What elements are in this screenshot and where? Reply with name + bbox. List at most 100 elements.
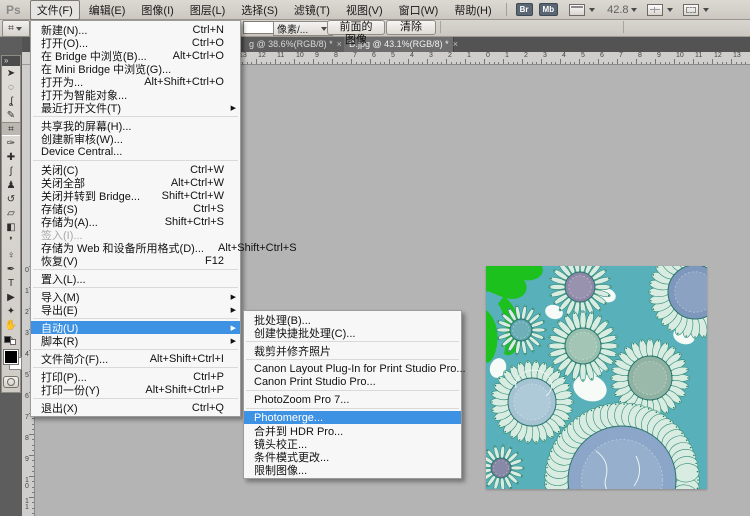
menu-shortcut: Ctrl+W	[176, 164, 224, 176]
swap-colors-icon[interactable]	[10, 339, 16, 345]
menu-shortcut: Shift+Ctrl+W	[148, 190, 224, 202]
menu-shortcut: Alt+Shift+Ctrl+P	[131, 384, 224, 396]
submenu-arrow-icon: ▶	[231, 337, 236, 345]
arrange-documents-icon[interactable]	[647, 4, 663, 16]
menu-separator	[246, 359, 459, 360]
healing-brush-tool[interactable]: ✚	[2, 150, 20, 164]
menu-item[interactable]: 限制图像...	[244, 463, 461, 476]
launch-bridge-button[interactable]: Br	[516, 3, 533, 16]
blur-tool[interactable]: ❜	[2, 234, 20, 248]
menu-shortcut: Alt+Shift+Ctrl+O	[130, 76, 224, 88]
submenu-arrow-icon: ▶	[231, 104, 236, 112]
menu-item[interactable]: 置入(L)...	[31, 272, 240, 285]
menu-item[interactable]: 裁剪并修齐照片	[244, 344, 461, 357]
submenu-arrow-icon: ▶	[231, 306, 236, 314]
menu-image[interactable]: 图像(I)	[134, 0, 180, 20]
menu-item[interactable]: 退出(X)Ctrl+Q	[31, 401, 240, 414]
clear-button[interactable]: 清除	[386, 20, 436, 35]
resolution-unit-select[interactable]: 像素/...	[273, 21, 333, 36]
screen-mode-dropdown-icon[interactable]	[703, 8, 709, 12]
crop-tool[interactable]: ⌗	[2, 122, 20, 136]
menu-item[interactable]: 恢复(V)F12	[31, 254, 240, 267]
tools-panel: » ➤◌ʆ✎⌗✑✚∫♟↺▱◧❜♀✒T▶✦✋⌕	[1, 55, 21, 393]
hand-tool[interactable]: ✋	[2, 318, 20, 332]
menu-help[interactable]: 帮助(H)	[447, 0, 498, 20]
pen-tool[interactable]: ✒	[2, 262, 20, 276]
arrange-documents-dropdown-icon[interactable]	[667, 8, 673, 12]
menu-item[interactable]: 创建新审核(W)...	[31, 132, 240, 145]
menu-item[interactable]: PhotoZoom Pro 7...	[244, 393, 461, 406]
type-tool[interactable]: T	[2, 276, 20, 290]
front-image-button[interactable]: 前面的图像	[327, 20, 385, 35]
menu-filter[interactable]: 滤镜(T)	[287, 0, 337, 20]
menu-bar: Ps 文件(F)编辑(E)图像(I)图层(L)选择(S)滤镜(T)视图(V)窗口…	[0, 0, 750, 20]
document-image[interactable]	[486, 266, 707, 489]
menu-edit[interactable]: 编辑(E)	[82, 0, 133, 20]
menu-item[interactable]: 文件简介(F)...Alt+Shift+Ctrl+I	[31, 352, 240, 365]
eyedropper-tool[interactable]: ✑	[2, 136, 20, 150]
view-extras-icon[interactable]	[569, 4, 585, 16]
tab-close-icon[interactable]: ×	[453, 40, 458, 48]
quick-mask-button[interactable]	[3, 376, 19, 388]
marquee-tool[interactable]: ◌	[2, 80, 20, 94]
menu-item[interactable]: Device Central...	[31, 145, 240, 158]
view-extras-dropdown-icon[interactable]	[589, 8, 595, 12]
menubar-divider	[506, 3, 507, 16]
history-brush-tool[interactable]: ↺	[2, 192, 20, 206]
collapse-panel-button[interactable]: »	[2, 56, 20, 66]
menu-shortcut: F12	[191, 255, 224, 267]
submenu-arrow-icon: ▶	[231, 293, 236, 301]
launch-mini-bridge-button[interactable]: Mb	[539, 3, 559, 16]
resolution-unit-value: 像素/...	[277, 21, 308, 36]
zoom-level-value[interactable]: 42.8	[607, 4, 628, 16]
options-divider	[440, 21, 441, 33]
crop-size-input[interactable]	[243, 21, 274, 34]
automate-submenu: 批处理(B)...创建快捷批处理(C)...裁剪并修齐照片Canon Layou…	[243, 310, 462, 479]
menu-item[interactable]: 打印一份(Y)Alt+Shift+Ctrl+P	[31, 383, 240, 396]
tool-preset-dropdown-icon	[16, 27, 22, 31]
menu-shortcut: Ctrl+Q	[178, 402, 224, 414]
menu-shortcut: Ctrl+N	[179, 24, 224, 36]
tab-close-icon[interactable]: ×	[337, 40, 342, 48]
brush-tool[interactable]: ∫	[2, 164, 20, 178]
gradient-tool[interactable]: ◧	[2, 220, 20, 234]
clone-stamp-tool[interactable]: ♟	[2, 178, 20, 192]
menu-select[interactable]: 选择(S)	[234, 0, 285, 20]
menu-item[interactable]: 导出(E)▶	[31, 303, 240, 316]
menu-item[interactable]: Canon Print Studio Pro...	[244, 375, 461, 388]
tool-preset-picker[interactable]: ⌗	[2, 20, 30, 37]
menu-shortcut: Alt+Shift+Ctrl+I	[136, 353, 224, 365]
menu-shortcut: Shift+Ctrl+S	[151, 216, 224, 228]
path-selection-tool[interactable]: ▶	[2, 290, 20, 304]
color-swatches	[2, 348, 20, 372]
eraser-tool[interactable]: ▱	[2, 206, 20, 220]
lasso-tool[interactable]: ʆ	[2, 94, 20, 108]
zoom-level-dropdown-icon[interactable]	[631, 8, 637, 12]
move-tool[interactable]: ➤	[2, 66, 20, 80]
menu-file[interactable]: 文件(F)	[30, 0, 80, 20]
menu-shortcut: Alt+Ctrl+W	[157, 177, 224, 189]
tab-label: g @ 38.6%(RGB/8) *	[249, 39, 333, 49]
menu-window[interactable]: 窗口(W)	[392, 0, 446, 20]
quick-mask-icon	[7, 378, 15, 386]
file-menu-dropdown: 新建(N)...Ctrl+N打开(O)...Ctrl+O在 Bridge 中浏览…	[30, 20, 241, 417]
options-divider	[623, 21, 624, 33]
dodge-tool[interactable]: ♀	[2, 248, 20, 262]
menu-shortcut: Ctrl+O	[178, 37, 224, 49]
quick-selection-tool[interactable]: ✎	[2, 108, 20, 122]
menu-separator	[246, 408, 459, 409]
menu-item[interactable]: 创建快捷批处理(C)...	[244, 326, 461, 339]
menu-item[interactable]: 最近打开文件(T)▶	[31, 101, 240, 114]
foreground-color-swatch[interactable]	[4, 350, 18, 364]
menu-item[interactable]: Canon Layout Plug-In for Print Studio Pr…	[244, 362, 461, 375]
shape-tool[interactable]: ✦	[2, 304, 20, 318]
screen-mode-icon[interactable]	[683, 4, 699, 16]
menu-view[interactable]: 视图(V)	[339, 0, 390, 20]
menu-separator	[246, 390, 459, 391]
menu-shortcut: Alt+Shift+Ctrl+S	[204, 242, 297, 254]
tool-list: ➤◌ʆ✎⌗✑✚∫♟↺▱◧❜♀✒T▶✦✋⌕	[2, 66, 20, 346]
document-tab[interactable]: g @ 38.6%(RGB/8) * ×	[244, 36, 354, 52]
submenu-arrow-icon: ▶	[231, 324, 236, 332]
menu-layer[interactable]: 图层(L)	[183, 0, 232, 20]
menu-item[interactable]: 脚本(R)▶	[31, 334, 240, 347]
